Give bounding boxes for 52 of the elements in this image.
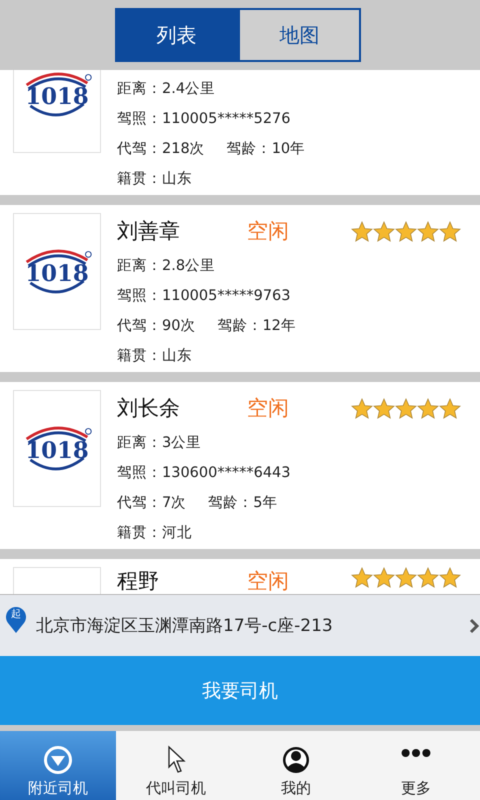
trips-text: 代驾：90次 [117, 317, 196, 336]
driver-name: 刘长余 [117, 395, 181, 422]
driver-card[interactable]: 1018 刘善章 空闲 距离：2.8公里 驾照：110005*****9763 代驾：90次 驾龄：12年 籍贯：山东 [0, 205, 480, 372]
down-triangle-circle-icon [43, 745, 73, 775]
driver-status: 空闲 [247, 218, 290, 245]
star-icon [373, 567, 395, 588]
license-text: 驾照：130600*****6443 [117, 464, 292, 483]
star-icon [351, 567, 373, 588]
star-icon [439, 220, 461, 242]
star-icon [395, 567, 417, 588]
experience-text: 驾龄：5年 [208, 494, 278, 513]
view-tab[interactable]: 地图 [238, 8, 361, 62]
star-icon [395, 220, 417, 242]
hometown-text: 籍贯：河北 [117, 524, 193, 543]
star-icon [417, 567, 439, 588]
license-text: 驾照：110005*****5276 [117, 110, 292, 129]
license-text: 驾照：110005*****9763 [117, 287, 292, 306]
driver-status: 空闲 [247, 568, 290, 594]
driver-card[interactable]: 1018 刘长余 空闲 距离：3公里 驾照：130600*****6443 代驾：7次 驾龄：5年 籍贯：河北 [0, 382, 480, 549]
experience-text: 驾龄：10年 [226, 140, 306, 159]
driver-name: 程野 [117, 568, 160, 594]
star-icon [439, 567, 461, 588]
experience-text: 驾龄：12年 [217, 317, 296, 336]
user-icon [281, 745, 311, 775]
start-pin-icon: 起 [5, 606, 27, 634]
distance-text: 距离：2.4公里 [117, 80, 216, 99]
address-bar[interactable]: 起 北京市海淀区玉渊潭南路17号-c座-213 [0, 594, 480, 656]
hometown-text: 籍贯：山东 [117, 170, 193, 189]
hometown-text: 籍贯：山东 [117, 346, 193, 366]
view-tab[interactable]: 列表 [115, 8, 238, 62]
chevron-right-icon [469, 618, 479, 634]
driver-card[interactable]: 1018 距离：2.4公里 驾照：110005*****5276 代驾：218次 驾龄：10年 籍贯：山东 [0, 70, 480, 195]
star-icon [351, 220, 373, 242]
star-icon [417, 220, 439, 242]
driver-status: 空闲 [247, 395, 290, 422]
distance-text: 距离：2.8公里 [117, 256, 216, 276]
driver-name: 刘善章 [117, 218, 181, 245]
star-icon [373, 220, 395, 242]
nav-tab[interactable]: 附近司机 [0, 731, 116, 800]
star-icon [373, 398, 395, 418]
nav-tab[interactable]: 我的 [236, 731, 356, 800]
nav-tab[interactable]: 代叫司机 [116, 731, 236, 800]
star-icon [439, 398, 461, 418]
driver-card[interactable]: 程野 空闲 [0, 559, 480, 594]
trips-text: 代驾：218次 [117, 140, 205, 159]
star-icon [417, 398, 439, 418]
trips-text: 代驾：7次 [117, 494, 186, 513]
distance-text: 距离：3公里 [117, 434, 202, 453]
address-text: 北京市海淀区玉渊潭南路17号-c座-213 [36, 615, 334, 637]
star-icon [395, 398, 417, 418]
nav-tab[interactable]: 更多 [356, 731, 476, 800]
star-icon [351, 398, 373, 418]
